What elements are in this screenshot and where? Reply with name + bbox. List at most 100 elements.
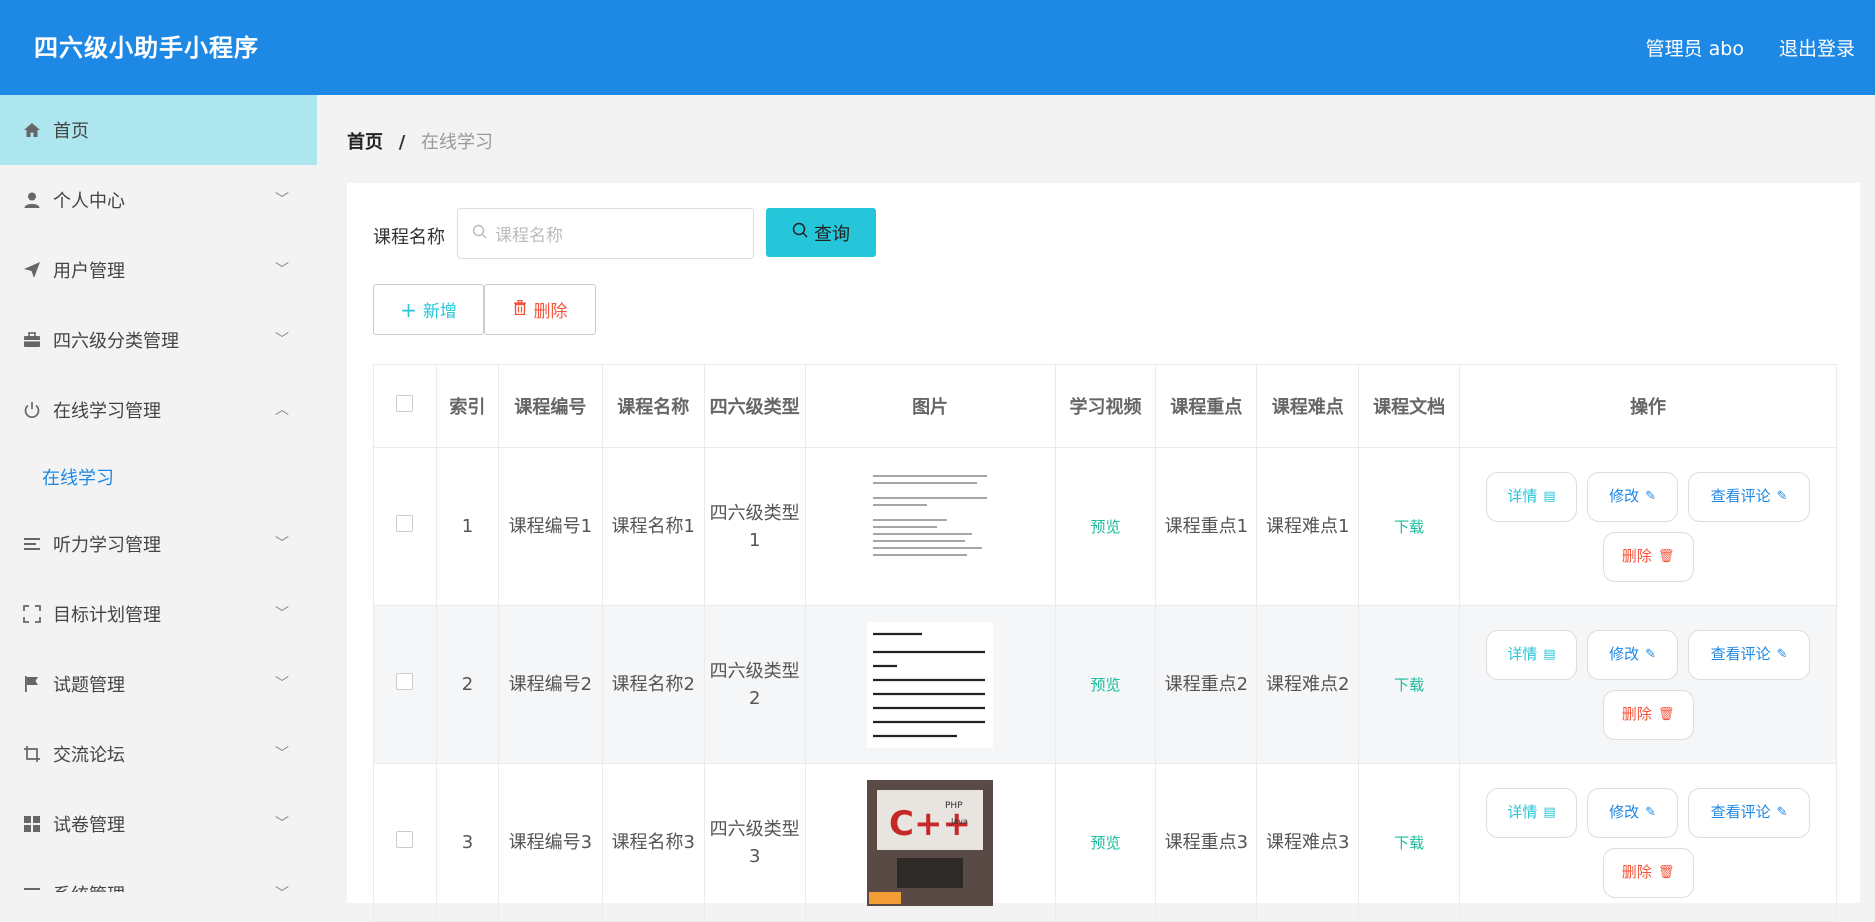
sidebar-item-profile[interactable]: 个人中心 ﹀ <box>0 165 317 235</box>
trash-icon: 🗑 <box>1657 707 1675 722</box>
detail-button[interactable]: 详情 ▤ <box>1486 629 1578 680</box>
view-comments-button[interactable]: 查看评论 ✎ <box>1688 787 1811 838</box>
view-comments-button[interactable]: 查看评论 ✎ <box>1688 629 1811 680</box>
table-row: 1 课程编号1 课程名称1 四六级类型1 预览 课程重点1 课程难点1 下载 详… <box>373 447 1837 606</box>
edit-icon: ✎ <box>1776 647 1788 662</box>
modify-button[interactable]: 修改 ✎ <box>1587 787 1679 838</box>
code-cell: 课程编号2 <box>497 605 603 764</box>
trash-icon <box>513 299 527 320</box>
key-points-cell: 课程重点3 <box>1155 763 1258 922</box>
ops-cell: 详情 ▤ 修改 ✎ 查看评论 ✎ 删除 🗑 <box>1459 763 1837 922</box>
main-content: 首页 / 在线学习 课程名称 课程名称 查询 + 新增 删除 索引 课程编号 课… <box>317 95 1875 922</box>
current-user: 管理员 abo <box>1645 38 1744 60</box>
course-thumbnail[interactable] <box>867 463 994 590</box>
modify-label: 修改 <box>1609 803 1640 821</box>
column-header: 课程难点 <box>1256 364 1360 448</box>
video-cell: 预览 <box>1054 447 1157 606</box>
sidebar-item-label: 听力学习管理 <box>53 535 161 556</box>
key-points-cell: 课程重点1 <box>1155 447 1258 606</box>
sidebar-item-label: 用户管理 <box>53 261 125 282</box>
column-header: 操作 <box>1459 364 1837 448</box>
logout-button[interactable]: 退出登录 <box>1779 34 1855 61</box>
modify-button[interactable]: 修改 ✎ <box>1587 629 1679 680</box>
svg-text:PHP: PHP <box>945 801 963 811</box>
row-checkbox[interactable] <box>396 673 414 690</box>
preview-link[interactable]: 预览 <box>1090 676 1120 694</box>
name-cell: 课程名称3 <box>601 763 705 922</box>
column-header: 课程文档 <box>1358 364 1461 448</box>
remove-button[interactable]: 删除 🗑 <box>1602 847 1694 898</box>
preview-link[interactable]: 预览 <box>1090 518 1120 536</box>
detail-label: 详情 <box>1507 487 1538 505</box>
code-cell: 课程编号1 <box>497 447 603 606</box>
search-icon <box>472 224 487 244</box>
search-label: 课程名称 <box>373 227 445 248</box>
image-cell <box>804 447 1056 606</box>
list-icon <box>22 534 42 554</box>
edit-icon: ✎ <box>1645 489 1657 504</box>
view-comments-button[interactable]: 查看评论 ✎ <box>1688 471 1811 522</box>
name-cell: 课程名称2 <box>601 605 705 764</box>
course-thumbnail[interactable]: C++ PHP Java <box>867 779 994 906</box>
sidebar-item-questions[interactable]: 试题管理 ﹀ <box>0 649 317 719</box>
video-cell: 预览 <box>1054 605 1157 764</box>
download-link[interactable]: 下载 <box>1394 518 1424 536</box>
column-header: 四六级类型 <box>703 364 806 448</box>
type-cell: 四六级类型2 <box>703 605 806 764</box>
sidebar-item-home[interactable]: 首页 <box>0 95 317 165</box>
select-all-cell <box>373 364 437 448</box>
select-all-checkbox[interactable] <box>396 395 414 412</box>
remove-button[interactable]: 删除 🗑 <box>1602 689 1694 740</box>
sidebar-subitem-online-learning[interactable]: 在线学习 <box>0 445 317 509</box>
batch-delete-button[interactable]: 删除 <box>484 284 596 335</box>
top-bar: 四六级小助手小程序 管理员 abo 退出登录 <box>0 0 1875 95</box>
table-row: 2 课程编号2 课程名称2 四六级类型2 预览 课程重点2 课程难点2 下载 详… <box>373 605 1837 764</box>
sidebar-item-goals[interactable]: 目标计划管理 ﹀ <box>0 579 317 649</box>
remove-button[interactable]: 删除 🗑 <box>1602 531 1694 582</box>
remove-label: 删除 <box>1621 547 1652 565</box>
row-checkbox[interactable] <box>396 831 414 848</box>
sidebar-item-forum[interactable]: 交流论坛 ﹀ <box>0 719 317 789</box>
download-link[interactable]: 下载 <box>1394 676 1424 694</box>
preview-link[interactable]: 预览 <box>1090 834 1120 852</box>
edit-icon: ✎ <box>1645 805 1657 820</box>
sidebar-item-category[interactable]: 四六级分类管理 ﹀ <box>0 305 317 375</box>
detail-button[interactable]: 详情 ▤ <box>1486 787 1578 838</box>
add-button[interactable]: + 新增 <box>373 284 484 335</box>
trash-icon: 🗑 <box>1657 865 1675 880</box>
remove-label: 删除 <box>1621 705 1652 723</box>
download-link[interactable]: 下载 <box>1394 834 1424 852</box>
sidebar-item-users[interactable]: 用户管理 ﹀ <box>0 235 317 305</box>
search-input[interactable]: 课程名称 <box>457 208 754 259</box>
flag-icon <box>22 674 42 694</box>
select-cell <box>373 447 437 606</box>
document-icon: ▤ <box>1543 647 1556 662</box>
sidebar-item-label: 交流论坛 <box>53 745 125 766</box>
sidebar-item-label: 目标计划管理 <box>53 605 161 626</box>
crop-icon <box>22 744 42 764</box>
sidebar-item-system[interactable]: 系统管理 ﹀ <box>0 859 317 892</box>
sidebar-item-papers[interactable]: 试卷管理 ﹀ <box>0 789 317 859</box>
comments-label: 查看评论 <box>1710 803 1771 821</box>
sidebar-item-listening[interactable]: 听力学习管理 ﹀ <box>0 509 317 579</box>
row-checkbox[interactable] <box>396 515 414 532</box>
chevron-down-icon: ﹀ <box>275 262 289 278</box>
sidebar-item-label: 个人中心 <box>53 191 125 212</box>
remove-label: 删除 <box>1621 863 1652 881</box>
column-header: 课程编号 <box>497 364 603 448</box>
chevron-down-icon: ﹀ <box>275 192 289 208</box>
difficulty-cell: 课程难点3 <box>1256 763 1360 922</box>
document-icon: ▤ <box>1543 489 1556 504</box>
table-row: 3 课程编号3 课程名称3 四六级类型3 C++ PHP Java 预览 课程重… <box>373 763 1837 922</box>
search-button[interactable]: 查询 <box>766 208 876 257</box>
chevron-down-icon: ﹀ <box>275 332 289 348</box>
home-icon <box>22 120 42 140</box>
breadcrumb-home[interactable]: 首页 <box>347 132 383 153</box>
sidebar-item-online-learning[interactable]: 在线学习管理 ︿ <box>0 375 317 445</box>
video-cell: 预览 <box>1054 763 1157 922</box>
modify-button[interactable]: 修改 ✎ <box>1587 471 1679 522</box>
add-button-label: 新增 <box>422 302 457 322</box>
detail-button[interactable]: 详情 ▤ <box>1486 471 1578 522</box>
course-thumbnail[interactable] <box>867 621 994 748</box>
settings-icon <box>22 884 42 892</box>
